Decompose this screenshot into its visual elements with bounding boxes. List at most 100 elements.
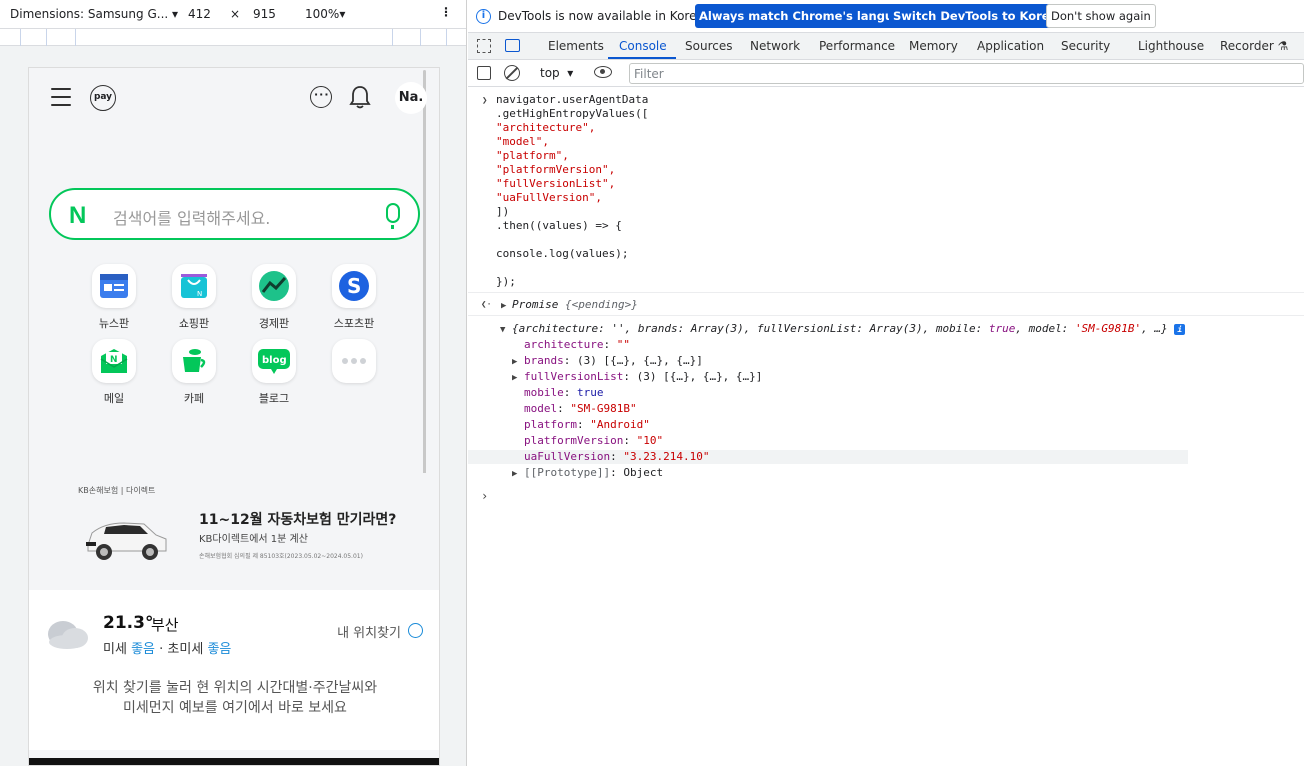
menu-icon[interactable] bbox=[51, 88, 71, 106]
info-badge-icon[interactable]: i bbox=[1174, 323, 1186, 335]
prop-key: architecture bbox=[524, 338, 604, 351]
microphone-icon[interactable] bbox=[386, 203, 400, 229]
width-field[interactable]: 412 bbox=[188, 7, 211, 21]
console-prompt-icon[interactable]: › bbox=[481, 489, 488, 503]
collapse-triangle-icon[interactable]: ▼ bbox=[500, 323, 505, 337]
search-box[interactable]: N 검색어를 입력해주세요. bbox=[49, 188, 420, 240]
object-summary[interactable]: {architecture: '', brands: Array(3), ful… bbox=[512, 322, 1186, 336]
tab-lighthouse[interactable]: Lighthouse bbox=[1138, 39, 1204, 53]
prop-architecture: architecture: "" bbox=[524, 338, 630, 351]
expand-triangle-icon[interactable]: ▶ bbox=[501, 299, 506, 313]
more-dots-icon bbox=[332, 339, 376, 383]
times-sign: × bbox=[230, 7, 241, 21]
console-input-line: "platformVersion", bbox=[496, 163, 616, 176]
pay-icon[interactable]: pay bbox=[90, 85, 116, 111]
active-tab-indicator bbox=[608, 57, 676, 59]
console-input-line: "model", bbox=[496, 135, 549, 148]
prop-key: [[Prototype]] bbox=[524, 466, 611, 479]
object-summary-bool: true bbox=[988, 322, 1016, 335]
ad-subtitle: KB다이렉트에서 1분 계산 bbox=[199, 534, 308, 545]
expand-triangle-icon[interactable]: ▶ bbox=[512, 355, 517, 369]
app-cafe[interactable]: 카페 bbox=[166, 339, 222, 406]
avatar[interactable]: Na. bbox=[395, 82, 427, 114]
app-blog[interactable]: blog 블로그 bbox=[246, 339, 302, 406]
bell-icon[interactable] bbox=[349, 84, 371, 110]
console-input-line: }); bbox=[496, 275, 516, 288]
devtools-tabbar: Elements Console Sources Network Perform… bbox=[468, 33, 1304, 60]
match-language-button[interactable]: Always match Chrome's language bbox=[695, 4, 921, 28]
prop-key: model bbox=[524, 402, 558, 415]
app-news[interactable]: 뉴스판 bbox=[86, 264, 142, 331]
device-toolbar: Dimensions: Samsung G... ▾ 412 × 915 100… bbox=[0, 0, 466, 28]
search-input[interactable]: 검색어를 입력해주세요. bbox=[113, 205, 270, 229]
prop-prototype[interactable]: [[Prototype]]: Object bbox=[524, 466, 663, 480]
language-infobar: i DevTools is now available in Korean! A… bbox=[468, 0, 1304, 33]
air-quality: 미세 좋음 · 초미세 좋음 bbox=[103, 638, 231, 657]
expand-triangle-icon[interactable]: ▶ bbox=[512, 371, 517, 385]
promise-result[interactable]: Promise {<pending>} bbox=[512, 298, 638, 312]
cloud-icon bbox=[48, 621, 88, 649]
fine-dust-value: 좋음 bbox=[207, 642, 232, 657]
prop-brands[interactable]: brands: (3) [{…}, {…}, {…}] bbox=[524, 354, 703, 368]
prop-platform: platform: "Android" bbox=[524, 418, 650, 431]
tab-sources[interactable]: Sources bbox=[685, 39, 732, 53]
find-location-button[interactable]: 내 위치찾기 bbox=[337, 622, 401, 641]
flask-icon: ⚗ bbox=[1277, 39, 1289, 53]
filter-input[interactable]: Filter bbox=[629, 63, 1304, 84]
chart-trend-icon bbox=[252, 264, 296, 308]
shopping-badge: N bbox=[197, 290, 202, 298]
tab-console[interactable]: Console bbox=[619, 39, 667, 53]
temperature: 21.3° bbox=[103, 613, 154, 633]
app-sports[interactable]: S 스포츠판 bbox=[326, 264, 382, 331]
prop-value: "3.23.214.10" bbox=[623, 450, 710, 463]
tab-security[interactable]: Security bbox=[1061, 39, 1110, 53]
tab-performance[interactable]: Performance bbox=[819, 39, 895, 53]
devtools-panel: i DevTools is now available in Korean! A… bbox=[468, 0, 1304, 766]
tab-memory[interactable]: Memory bbox=[909, 39, 958, 53]
live-expression-eye-icon[interactable] bbox=[594, 66, 612, 78]
device-emulation-pane: Dimensions: Samsung G... ▾ 412 × 915 100… bbox=[0, 0, 467, 766]
prop-key: mobile bbox=[524, 386, 564, 399]
context-select[interactable]: top ▾ bbox=[540, 66, 573, 80]
media-query-ruler[interactable] bbox=[0, 28, 466, 46]
app-label: 경제판 bbox=[258, 317, 290, 330]
console-input-line: "architecture", bbox=[496, 121, 596, 134]
object-summary-text: {architecture: '', brands: Array(3), ful… bbox=[512, 322, 989, 335]
divider bbox=[468, 315, 1304, 316]
blog-badge: blog bbox=[262, 355, 287, 366]
crosshair-icon[interactable] bbox=[408, 623, 423, 638]
app-mail[interactable]: N 메일 bbox=[86, 339, 142, 406]
mail-badge: N bbox=[110, 355, 118, 365]
chat-icon[interactable] bbox=[310, 86, 332, 108]
device-select[interactable]: Dimensions: Samsung G... ▾ bbox=[10, 7, 178, 21]
prop-key: fullVersionList bbox=[524, 370, 624, 383]
sidebar-toggle-icon[interactable] bbox=[477, 66, 491, 80]
expand-triangle-icon[interactable]: ▶ bbox=[512, 467, 517, 481]
app-label: 스포츠판 bbox=[333, 317, 375, 330]
app-label: 뉴스판 bbox=[98, 317, 130, 330]
clear-console-icon[interactable] bbox=[504, 65, 520, 81]
device-toggle-icon[interactable] bbox=[505, 39, 520, 52]
ad-fineprint: 손해보험협회 심의필 제 85103호(2023.05.02~2024.05.0… bbox=[199, 553, 363, 560]
console-input-line: ]) bbox=[496, 205, 510, 218]
zoom-select[interactable]: 100%▾ bbox=[305, 7, 345, 21]
height-field[interactable]: 915 bbox=[253, 7, 276, 21]
console-input-line: "uaFullVersion", bbox=[496, 191, 602, 204]
switch-korean-button[interactable]: Switch DevTools to Korean bbox=[889, 4, 1070, 28]
app-finance[interactable]: 경제판 bbox=[246, 264, 302, 331]
app-label: 메일 bbox=[103, 392, 125, 405]
prop-fullversionlist[interactable]: fullVersionList: (3) [{…}, {…}, {…}] bbox=[524, 370, 762, 384]
app-more[interactable] bbox=[326, 339, 382, 390]
inspect-element-icon[interactable] bbox=[477, 39, 491, 53]
dont-show-again-button[interactable]: Don't show again bbox=[1046, 4, 1156, 28]
prop-value: "" bbox=[616, 338, 630, 351]
tab-elements[interactable]: Elements bbox=[548, 39, 604, 53]
prop-value: "Android" bbox=[590, 418, 650, 431]
ad-banner[interactable]: KB손해보험 | 다이렉트 11~12월 자동차보험 만기라면? KB다이렉트에… bbox=[29, 473, 439, 588]
tab-application[interactable]: Application bbox=[977, 39, 1044, 53]
return-arrow-icon: ❮· bbox=[481, 300, 492, 310]
tab-recorder[interactable]: Recorder ⚗ bbox=[1220, 39, 1288, 53]
app-shopping[interactable]: N 쇼핑판 bbox=[166, 264, 222, 331]
tab-network[interactable]: Network bbox=[750, 39, 800, 53]
more-options-icon[interactable]: ⋮ bbox=[440, 5, 452, 19]
